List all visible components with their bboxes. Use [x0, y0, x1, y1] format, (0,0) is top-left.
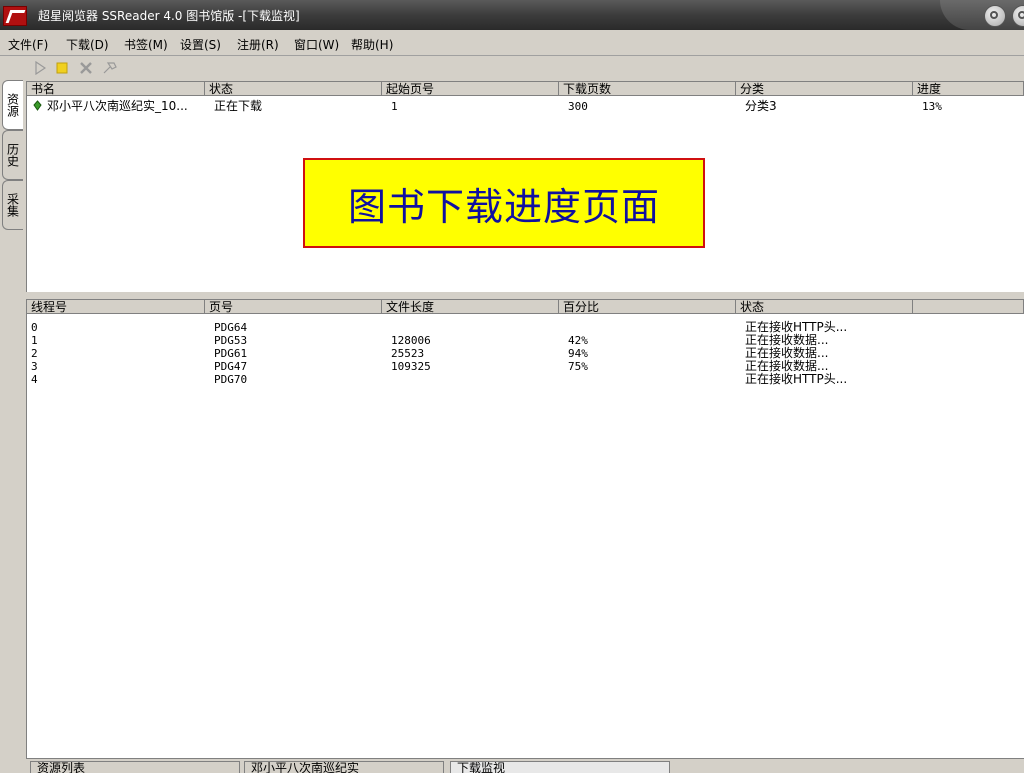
- col-header-start-page[interactable]: 起始页号: [382, 82, 559, 96]
- tab-resource-list[interactable]: 资源列表: [30, 761, 240, 773]
- menu-window[interactable]: 窗口(W): [294, 36, 339, 53]
- book-progress: 13%: [922, 100, 942, 113]
- downloading-book-icon: [33, 100, 42, 111]
- col-header-page-count[interactable]: 下载页数: [559, 82, 736, 96]
- title-bar[interactable]: 超星阅览器 SSReader 4.0 图书馆版 -[下载监视]: [0, 0, 1024, 30]
- thread-status: 正在接收HTTP头...: [745, 372, 848, 386]
- col-header-status[interactable]: 状态: [205, 82, 382, 96]
- stop-icon[interactable]: [52, 59, 72, 77]
- thread-status: 正在接收数据...: [745, 359, 829, 373]
- app-logo-icon[interactable]: [3, 6, 27, 26]
- thread-id: 2: [31, 347, 38, 360]
- thread-status: 正在接收HTTP头...: [745, 320, 848, 334]
- side-tab-resources[interactable]: 资源: [2, 80, 23, 130]
- col-header-file-length[interactable]: 文件长度: [382, 300, 559, 314]
- thread-page: PDG70: [214, 373, 248, 386]
- thread-id: 3: [31, 360, 38, 373]
- thread-percent: 42%: [568, 334, 588, 347]
- toolbar: [26, 57, 1024, 79]
- thread-status: 正在接收数据...: [745, 333, 829, 347]
- thread-page: PDG47: [214, 360, 248, 373]
- book-status: 正在下载: [214, 99, 263, 113]
- thread-page: PDG61: [214, 347, 248, 360]
- col-header-thread-status[interactable]: 状态: [736, 300, 913, 314]
- settings-icon[interactable]: [100, 59, 120, 77]
- play-icon[interactable]: [30, 59, 50, 77]
- menu-settings[interactable]: 设置(S): [180, 36, 221, 53]
- thread-status: 正在接收数据...: [745, 346, 829, 360]
- book-page-count: 300: [568, 100, 588, 113]
- page-caption-banner: 图书下载进度页面: [303, 158, 705, 248]
- menu-bar: 文件(F) 下载(D) 书签(M) 设置(S) 注册(R) 窗口(W) 帮助(H…: [0, 31, 1024, 56]
- menu-help[interactable]: 帮助(H): [351, 36, 393, 53]
- col-header-progress[interactable]: 进度: [913, 82, 1024, 96]
- delete-icon[interactable]: [76, 59, 96, 77]
- thread-page: PDG64: [214, 321, 248, 334]
- thread-list: 线程号 页号 文件长度 百分比 状态 0 PDG64 正在接收HTTP头... …: [26, 299, 1024, 759]
- thread-length: 128006: [391, 334, 431, 347]
- col-header-title[interactable]: 书名: [27, 82, 205, 96]
- window-tab-bar: 资源列表 邓小平八次南巡纪实 下载监视: [26, 758, 1024, 773]
- col-header-page-id[interactable]: 页号: [205, 300, 382, 314]
- book-title: 邓小平八次南巡纪实_10...: [47, 99, 188, 113]
- book-category: 分类3: [745, 99, 777, 113]
- side-tab-collect[interactable]: 采集: [2, 180, 23, 230]
- panel-splitter[interactable]: [26, 292, 1024, 298]
- col-header-percent[interactable]: 百分比: [559, 300, 736, 314]
- thread-length: 109325: [391, 360, 431, 373]
- minimize-icon[interactable]: [984, 5, 1006, 27]
- col-header-extra[interactable]: [913, 300, 1024, 314]
- thread-page: PDG53: [214, 334, 248, 347]
- tab-download-monitor[interactable]: 下载监视: [450, 761, 670, 773]
- thread-percent: 94%: [568, 347, 588, 360]
- menu-register[interactable]: 注册(R): [237, 36, 279, 53]
- menu-bookmark[interactable]: 书签(M): [124, 36, 168, 53]
- thread-percent: 75%: [568, 360, 588, 373]
- thread-id: 4: [31, 373, 38, 386]
- side-tab-bar: 资源 历史 采集: [0, 78, 24, 768]
- col-header-category[interactable]: 分类: [736, 82, 913, 96]
- thread-length: 25523: [391, 347, 425, 360]
- side-tab-history[interactable]: 历史: [2, 130, 23, 180]
- tab-book-reader[interactable]: 邓小平八次南巡纪实: [244, 761, 444, 773]
- book-start-page: 1: [391, 100, 398, 113]
- menu-file[interactable]: 文件(F): [8, 36, 48, 53]
- menu-download[interactable]: 下载(D): [66, 36, 109, 53]
- window-title: 超星阅览器 SSReader 4.0 图书馆版 -[下载监视]: [38, 9, 300, 23]
- thread-id: 1: [31, 334, 38, 347]
- col-header-thread-id[interactable]: 线程号: [27, 300, 205, 314]
- thread-id: 0: [31, 321, 38, 334]
